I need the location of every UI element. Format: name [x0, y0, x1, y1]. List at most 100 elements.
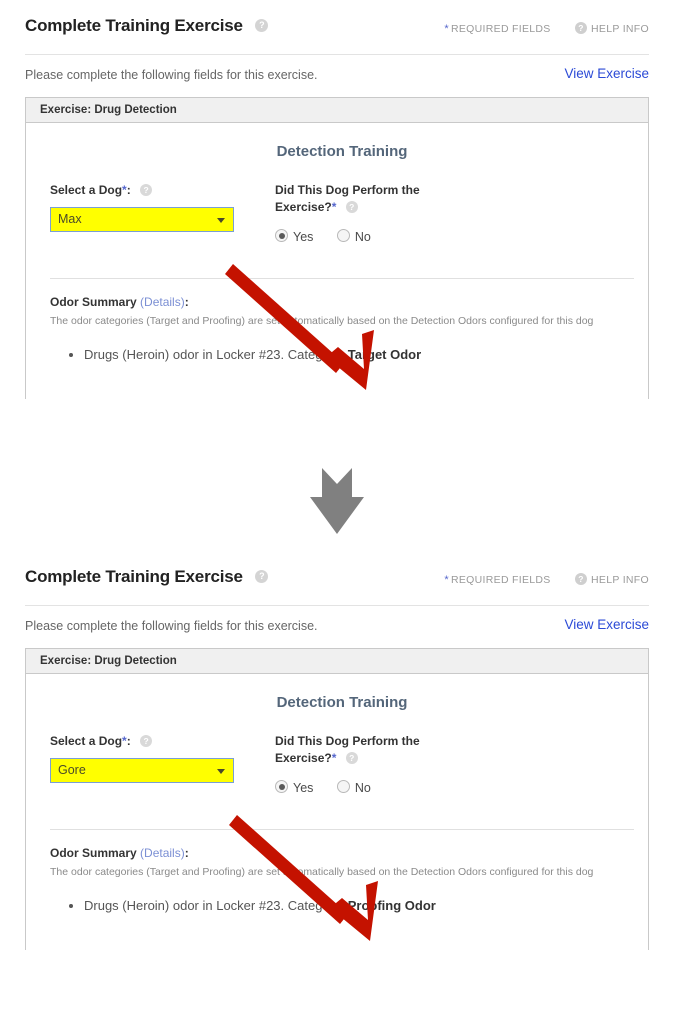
radio-no[interactable]: No [336, 780, 371, 795]
perform-radio-group: Yes No [275, 780, 575, 795]
dog-label-text: Select a Dog [50, 734, 123, 748]
instruction-row: Please complete the following fields for… [0, 606, 674, 648]
dog-field-group: Select a Dog*: Max [50, 182, 275, 244]
radio-no-label: No [354, 230, 371, 244]
odor-title-colon: : [184, 295, 189, 309]
page-title: Complete Training Exercise [25, 567, 269, 587]
exercise-box-tail [26, 916, 648, 950]
exercise-box: Exercise: Drug Detection Detection Train… [25, 97, 649, 399]
help-circle-icon[interactable] [345, 201, 358, 213]
radio-no[interactable]: No [336, 229, 371, 244]
page-title-text: Complete Training Exercise [25, 567, 243, 586]
radio-yes[interactable]: Yes [275, 780, 313, 795]
help-info-label[interactable]: HELP INFO [591, 23, 649, 35]
form-fields: Select a Dog*: Gore Did This Dog Perform… [26, 711, 648, 795]
odor-details-link[interactable]: (Details) [140, 295, 185, 309]
page-header: Complete Training Exercise *REQUIRED FIE… [0, 16, 674, 54]
dog-field-label: Select a Dog*: [50, 733, 275, 750]
select-a-dog-dropdown[interactable]: Max [50, 207, 234, 232]
odor-details-link[interactable]: (Details) [140, 846, 185, 860]
instruction-row: Please complete the following fields for… [0, 55, 674, 97]
exercise-box-header: Exercise: Drug Detection [26, 98, 648, 123]
chevron-down-icon [217, 769, 225, 774]
dog-selected-value: Gore [58, 763, 86, 777]
list-item: Drugs (Heroin) odor in Locker #23. Categ… [84, 345, 648, 365]
instruction-text: Please complete the following fields for… [25, 68, 318, 82]
view-exercise-link[interactable]: View Exercise [564, 617, 649, 632]
dog-label-text: Select a Dog [50, 183, 123, 197]
exercise-box-header: Exercise: Drug Detection [26, 649, 648, 674]
exercise-box: Exercise: Drug Detection Detection Train… [25, 648, 649, 950]
help-circle-icon[interactable] [255, 570, 269, 584]
dog-selected-value: Max [58, 212, 82, 226]
form-fields: Select a Dog*: Max Did This Dog Perform … [26, 160, 648, 244]
page-header: Complete Training Exercise *REQUIRED FIE… [0, 567, 674, 605]
odor-summary-note: The odor categories (Target and Proofing… [50, 315, 594, 327]
perform-field-label: Did This Dog Perform the Exercise?* [275, 733, 575, 767]
odor-list: Drugs (Heroin) odor in Locker #23. Categ… [50, 896, 648, 916]
help-circle-icon[interactable] [255, 19, 269, 33]
odor-list: Drugs (Heroin) odor in Locker #23. Categ… [50, 345, 648, 365]
odor-title-colon: : [184, 846, 189, 860]
exercise-body: Detection Training Select a Dog*: Gore D… [26, 674, 648, 950]
perform-radio-group: Yes No [275, 229, 575, 244]
chevron-down-icon [217, 218, 225, 223]
required-star: * [331, 200, 337, 214]
odor-item-category: Target Odor [347, 347, 422, 362]
header-meta: *REQUIRED FIELDS HELP INFO [444, 22, 649, 35]
dog-field-group: Select a Dog*: Gore [50, 733, 275, 795]
radio-yes-label: Yes [293, 230, 314, 244]
odor-item-text: Drugs (Heroin) odor in Locker #23. Categ… [84, 347, 348, 362]
dog-label-colon: : [126, 734, 131, 748]
header-meta: *REQUIRED FIELDS HELP INFO [444, 573, 649, 586]
odor-summary-block: Odor Summary (Details): The odor categor… [26, 830, 648, 916]
perform-label-line1: Did This Dog Perform the [275, 183, 420, 197]
perform-label-line2: Exercise? [275, 751, 332, 765]
down-arrow-icon [310, 468, 364, 534]
page-title: Complete Training Exercise [25, 16, 269, 36]
radio-yes[interactable]: Yes [275, 229, 313, 244]
perform-label-line2: Exercise? [275, 200, 332, 214]
dog-field-label: Select a Dog*: [50, 182, 275, 199]
odor-summary-title: Odor Summary (Details): [50, 846, 648, 860]
help-circle-icon[interactable] [345, 752, 358, 764]
help-circle-icon[interactable] [140, 735, 153, 747]
view-exercise-link[interactable]: View Exercise [564, 66, 649, 81]
perform-field-label: Did This Dog Perform the Exercise?* [275, 182, 575, 216]
radio-button-icon-selected [275, 780, 288, 793]
radio-button-icon [336, 780, 350, 793]
section-title: Detection Training [276, 143, 408, 160]
instruction-text: Please complete the following fields for… [25, 619, 318, 633]
list-item: Drugs (Heroin) odor in Locker #23. Categ… [84, 896, 648, 916]
odor-summary-label: Odor Summary [50, 846, 137, 860]
help-circle-icon[interactable] [575, 573, 588, 585]
required-fields-label: REQUIRED FIELDS [451, 574, 551, 586]
help-circle-icon[interactable] [575, 22, 588, 34]
dog-label-colon: : [126, 183, 131, 197]
section-title: Detection Training [276, 694, 408, 711]
perform-field-group: Did This Dog Perform the Exercise?* Yes … [275, 182, 575, 244]
odor-summary-note: The odor categories (Target and Proofing… [50, 866, 594, 878]
exercise-box-tail [26, 365, 648, 399]
radio-button-icon [336, 229, 350, 242]
page-title-text: Complete Training Exercise [25, 16, 243, 35]
help-circle-icon[interactable] [140, 184, 153, 196]
odor-summary-label: Odor Summary [50, 295, 137, 309]
required-star: * [444, 23, 449, 35]
required-star: * [444, 574, 449, 586]
perform-field-group: Did This Dog Perform the Exercise?* Yes … [275, 733, 575, 795]
radio-yes-label: Yes [293, 781, 314, 795]
help-info-label[interactable]: HELP INFO [591, 574, 649, 586]
panel-bottom: Complete Training Exercise *REQUIRED FIE… [0, 567, 674, 950]
radio-button-icon-selected [275, 229, 288, 242]
required-fields-label: REQUIRED FIELDS [451, 23, 551, 35]
odor-summary-title: Odor Summary (Details): [50, 295, 648, 309]
odor-item-text: Drugs (Heroin) odor in Locker #23. Categ… [84, 898, 348, 913]
odor-summary-block: Odor Summary (Details): The odor categor… [26, 279, 648, 365]
select-a-dog-dropdown[interactable]: Gore [50, 758, 234, 783]
required-star: * [331, 751, 337, 765]
radio-no-label: No [354, 781, 371, 795]
panel-top: Complete Training Exercise *REQUIRED FIE… [0, 16, 674, 399]
exercise-body: Detection Training Select a Dog*: Max Di… [26, 123, 648, 399]
odor-item-category: Proofing Odor [347, 898, 436, 913]
